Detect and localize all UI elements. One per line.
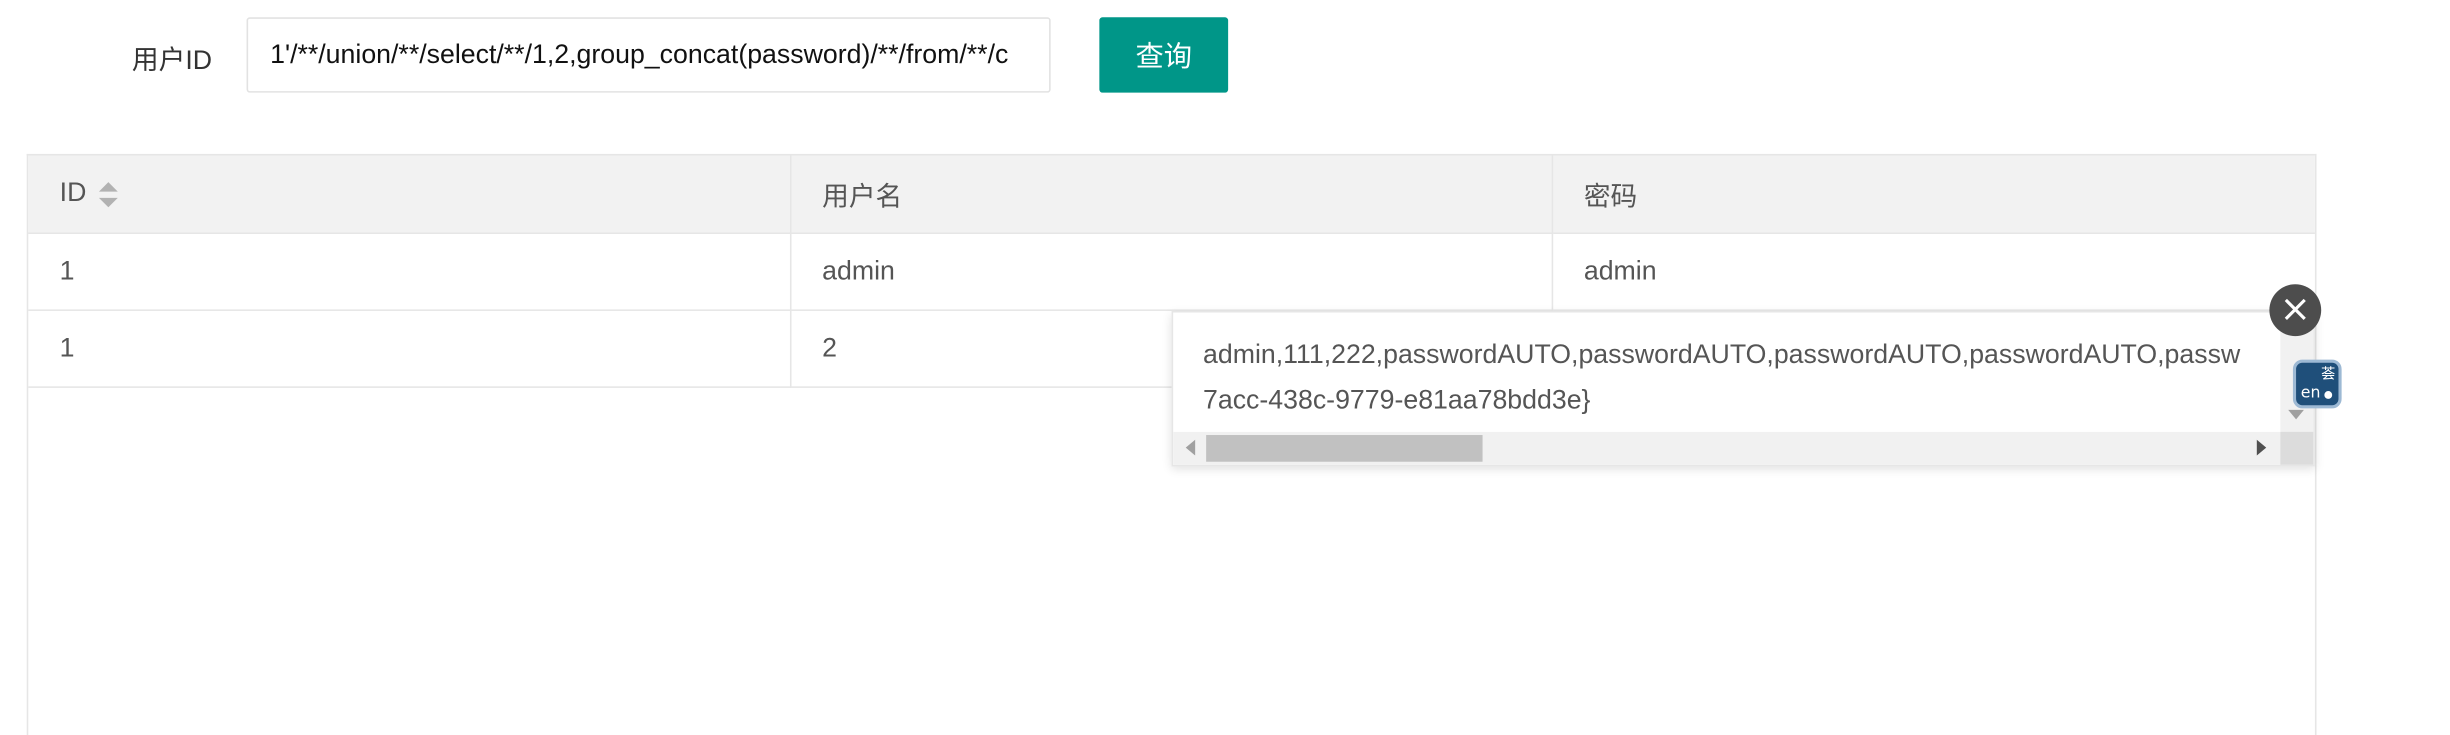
table-row: 1 admin admin: [28, 232, 2315, 311]
column-header-password: 密码: [1551, 155, 2315, 234]
scroll-right-arrow-icon[interactable]: [2256, 439, 2267, 456]
user-id-label: 用户ID: [131, 45, 213, 76]
tooltip-line-2: 7acc-438c-9779-e81aa78bdd3e}: [1203, 384, 1591, 415]
tooltip-text: admin,111,222,passwordAUTO,passwordAUTO,…: [1203, 331, 2287, 422]
close-icon[interactable]: [2269, 284, 2322, 337]
cell-id: 1: [28, 232, 791, 311]
column-header-username: 用户名: [789, 155, 1553, 234]
scroll-down-arrow-icon[interactable]: [2288, 409, 2304, 420]
translate-dot: [2324, 391, 2333, 399]
column-header-id[interactable]: ID: [28, 155, 791, 234]
table-header-row: ID 用户名 密码: [28, 155, 2315, 234]
tooltip-line-1: admin,111,222,passwordAUTO,passwordAUTO,…: [1203, 339, 2241, 370]
cell-password: admin: [1551, 232, 2315, 311]
translate-en-glyph: en: [2300, 384, 2321, 403]
user-id-input[interactable]: [246, 17, 1051, 93]
scrollbar-thumb[interactable]: [1206, 435, 1483, 462]
column-header-label: ID: [59, 177, 87, 208]
translate-zh-glyph: 荟: [2321, 367, 2336, 384]
scrollbar-corner: [2280, 431, 2314, 465]
translate-extension-icon[interactable]: 荟 en: [2292, 359, 2342, 409]
sort-icon[interactable]: [98, 180, 118, 208]
cell-content-tooltip: admin,111,222,passwordAUTO,passwordAUTO,…: [1171, 310, 2315, 467]
scroll-left-arrow-icon[interactable]: [1185, 439, 1196, 456]
page: 用户ID 查询 ID 用户名 密码 1 adm: [0, 0, 2450, 735]
query-button[interactable]: 查询: [1099, 17, 1229, 93]
horizontal-scrollbar[interactable]: [1173, 431, 2282, 465]
cell-username: admin: [789, 232, 1553, 311]
cell-id: 1: [28, 309, 791, 388]
